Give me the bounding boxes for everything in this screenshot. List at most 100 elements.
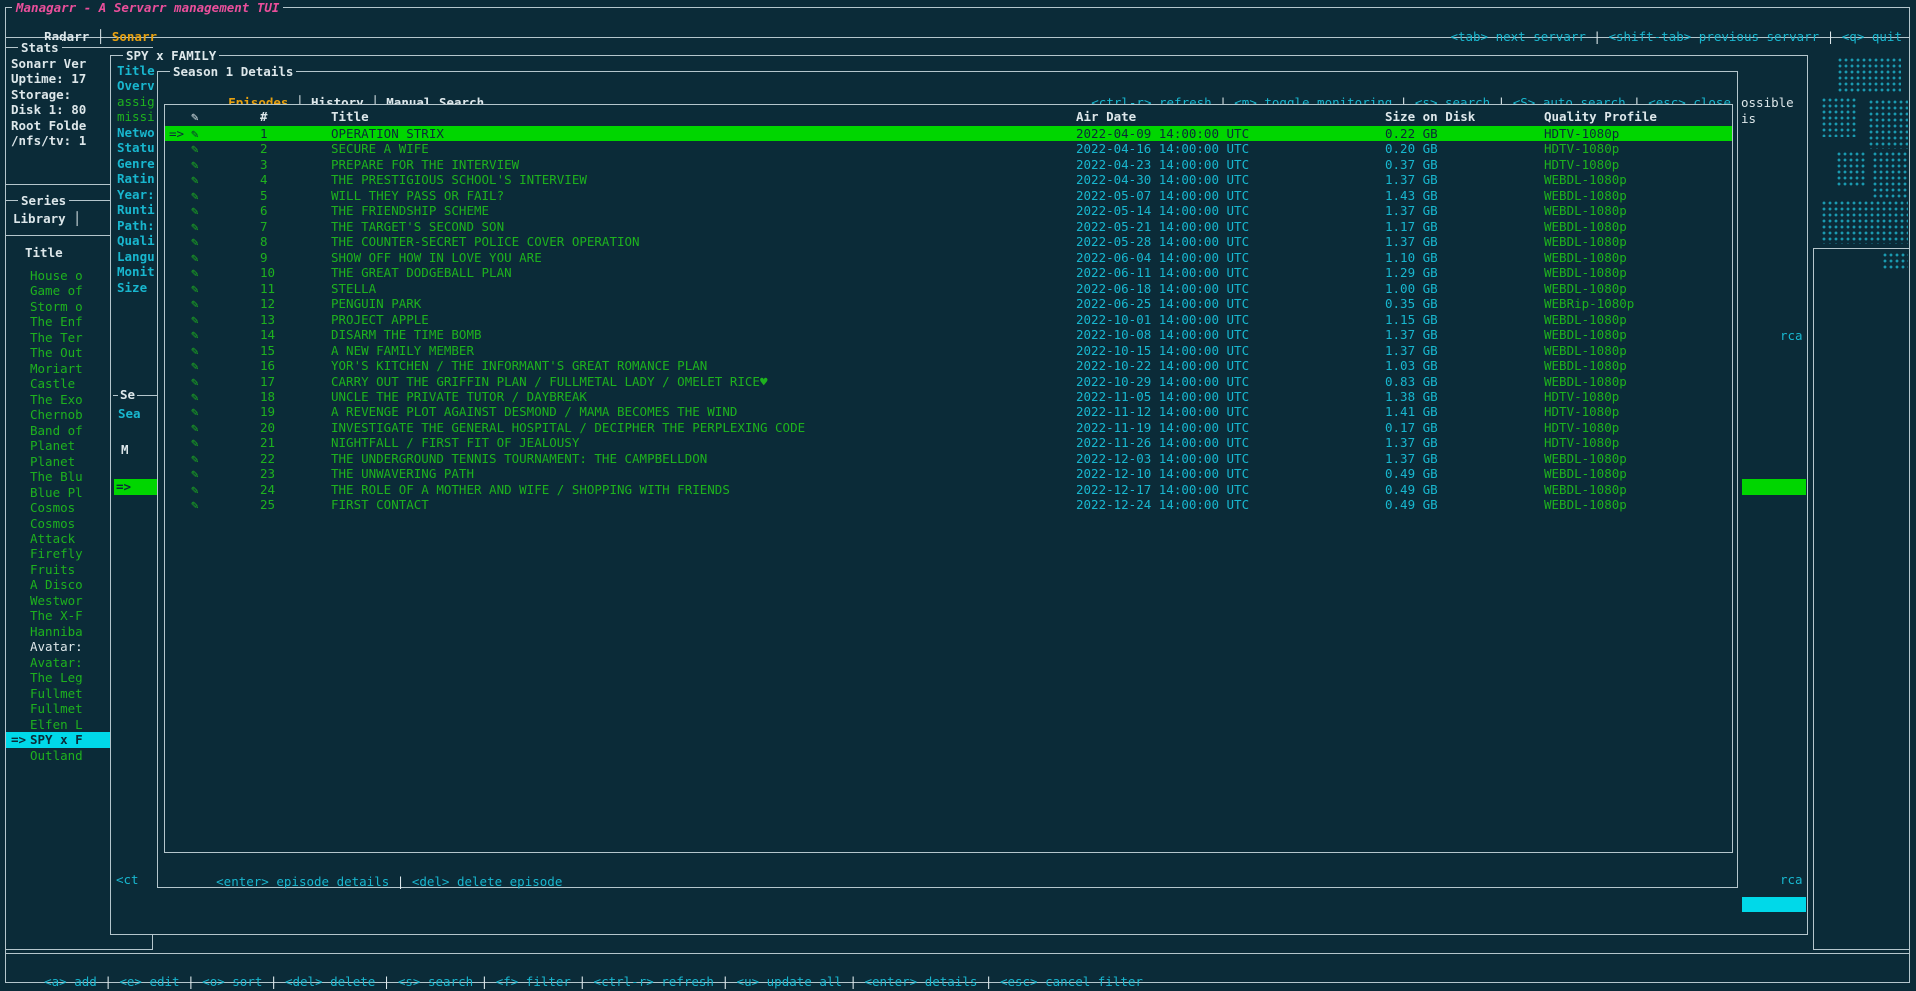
monitored-pencil-icon[interactable]: ✎ [191,126,260,141]
monitored-pencil-icon[interactable]: ✎ [191,404,260,419]
episode-number: 11 [260,281,331,296]
episode-number: 25 [260,497,331,512]
selected-marker [11,717,30,732]
monitored-pencil-icon[interactable]: ✎ [191,420,260,435]
monitored-pencil-icon[interactable]: ✎ [191,234,260,249]
series-title: Avatar: [30,655,83,670]
separator: | [97,974,120,989]
episode-row[interactable]: ✎ 10 THE GREAT DODGEBALL PLAN 2022-06-11… [165,265,1732,280]
episode-row[interactable]: ✎ 11 STELLA 2022-06-18 14:00:00 UTC 1.00… [165,281,1732,296]
selected-season-row[interactable]: => [114,479,158,495]
monitored-pencil-icon[interactable]: ✎ [191,312,260,327]
help-item: <enter> details [864,974,977,989]
episode-title: A REVENGE PLOT AGAINST DESMOND / MAMA BE… [331,404,1076,419]
episode-size: 0.17 GB [1385,420,1544,435]
episode-title: FIRST CONTACT [331,497,1076,512]
episode-row[interactable]: ✎ 2 SECURE A WIFE 2022-04-16 14:00:00 UT… [165,141,1732,156]
series-column-header: Title [25,245,63,260]
episode-row[interactable]: => ✎ 1 OPERATION STRIX 2022-04-09 14:00:… [165,126,1732,141]
episode-row[interactable]: ✎ 13 PROJECT APPLE 2022-10-01 14:00:00 U… [165,312,1732,327]
selected-row-marker [165,404,191,419]
episode-row[interactable]: ✎ 3 PREPARE FOR THE INTERVIEW 2022-04-23… [165,157,1732,172]
episode-row[interactable]: ✎ 6 THE FRIENDSHIP SCHEME 2022-05-14 14:… [165,203,1732,218]
help-item: <del> delete [285,974,375,989]
episode-row[interactable]: ✎ 24 THE ROLE OF A MOTHER AND WIFE / SHO… [165,482,1732,497]
selected-marker [11,330,30,345]
monitored-pencil-icon[interactable]: ✎ [191,374,260,389]
episode-row[interactable]: ✎ 4 THE PRESTIGIOUS SCHOOL'S INTERVIEW 2… [165,172,1732,187]
monitored-pencil-icon[interactable]: ✎ [191,296,260,311]
selected-row-marker [165,451,191,466]
episode-size: 1.37 GB [1385,234,1544,249]
monitored-pencil-icon[interactable]: ✎ [191,389,260,404]
episode-number: 7 [260,219,331,234]
episode-title: THE GREAT DODGEBALL PLAN [331,265,1076,280]
episode-number: 5 [260,188,331,203]
episode-air-date: 2022-05-28 14:00:00 UTC [1076,234,1385,249]
episode-row[interactable]: ✎ 19 A REVENGE PLOT AGAINST DESMOND / MA… [165,404,1732,419]
selected-row-marker [165,389,191,404]
episode-row[interactable]: ✎ 8 THE COUNTER-SECRET POLICE COVER OPER… [165,234,1732,249]
episode-row[interactable]: ✎ 22 THE UNDERGROUND TENNIS TOURNAMENT: … [165,451,1732,466]
episode-row[interactable]: ✎ 7 THE TARGET'S SECOND SON 2022-05-21 1… [165,219,1732,234]
episode-row[interactable]: ✎ 17 CARRY OUT THE GRIFFIN PLAN / FULLME… [165,374,1732,389]
servarr-tab[interactable]: Sonarr [112,29,157,44]
monitored-pencil-icon[interactable]: ✎ [191,482,260,497]
selected-marker [11,639,30,654]
field-label: Title [117,63,155,78]
monitored-pencil-icon[interactable]: ✎ [191,435,260,450]
episode-row[interactable]: ✎ 20 INVESTIGATE THE GENERAL HOSPITAL / … [165,420,1732,435]
series-title: The Out [30,345,83,360]
episode-row[interactable]: ✎ 25 FIRST CONTACT 2022-12-24 14:00:00 U… [165,497,1732,512]
episode-row[interactable]: ✎ 23 THE UNWAVERING PATH 2022-12-10 14:0… [165,466,1732,481]
episode-row[interactable]: ✎ 5 WILL THEY PASS OR FAIL? 2022-05-07 1… [165,188,1732,203]
episode-row[interactable]: ✎ 15 A NEW FAMILY MEMBER 2022-10-15 14:0… [165,343,1732,358]
episode-row[interactable]: ✎ 14 DISARM THE TIME BOMB 2022-10-08 14:… [165,327,1732,342]
episode-air-date: 2022-05-14 14:00:00 UTC [1076,203,1385,218]
monitored-pencil-icon[interactable]: ✎ [191,203,260,218]
selected-marker [11,686,30,701]
help-item: <enter> episode details [216,874,389,889]
series-library-tab[interactable]: Library │ [13,211,81,226]
episode-row[interactable]: ✎ 21 NIGHTFALL / FIRST FIT OF JEALOUSY 2… [165,435,1732,450]
selected-marker [11,577,30,592]
episode-title: OPERATION STRIX [331,126,1076,141]
episode-row[interactable]: ✎ 9 SHOW OFF HOW IN LOVE YOU ARE 2022-06… [165,250,1732,265]
monitored-pencil-icon[interactable]: ✎ [191,188,260,203]
monitored-pencil-icon[interactable]: ✎ [191,497,260,512]
help-item: <a> add [44,974,97,989]
monitored-pencil-icon[interactable]: ✎ [191,172,260,187]
episode-row[interactable]: ✎ 16 YOR'S KITCHEN / THE INFORMANT'S GRE… [165,358,1732,373]
monitored-pencil-icon[interactable]: ✎ [191,343,260,358]
monitored-pencil-icon[interactable]: ✎ [191,281,260,296]
help-item: <esc> cancel filter [1000,974,1143,989]
monitored-pencil-icon[interactable]: ✎ [191,358,260,373]
episode-quality: WEBDL-1080p [1544,265,1732,280]
episode-number: 19 [260,404,331,419]
selected-row-marker [165,435,191,450]
episode-title: NIGHTFALL / FIRST FIT OF JEALOUSY [331,435,1076,450]
episode-row[interactable]: ✎ 18 UNCLE THE PRIVATE TUTOR / DAYBREAK … [165,389,1732,404]
series-title: A Disco [30,577,83,592]
monitored-pencil-icon[interactable]: ✎ [191,157,260,172]
monitored-pencil-icon[interactable]: ✎ [191,250,260,265]
help-item: <o> sort [202,974,262,989]
monitored-pencil-icon[interactable]: ✎ [191,327,260,342]
selected-marker [11,268,30,283]
managarr-tui: Managarr - A Servarr management TUI Rada… [0,0,1916,991]
selected-marker [11,701,30,716]
monitored-pencil-icon[interactable]: ✎ [191,265,260,280]
monitored-pencil-icon[interactable]: ✎ [191,451,260,466]
episodes-table-body: => ✎ 1 OPERATION STRIX 2022-04-09 14:00:… [165,126,1732,513]
episodes-table: ✎ # Title Air Date Size on Disk Quality … [164,104,1733,853]
episode-title: CARRY OUT THE GRIFFIN PLAN / FULLMETAL L… [331,374,1076,389]
episode-row[interactable]: ✎ 12 PENGUIN PARK 2022-06-25 14:00:00 UT… [165,296,1732,311]
monitored-pencil-icon[interactable]: ✎ [191,466,260,481]
monitored-pencil-icon[interactable]: ✎ [191,141,260,156]
title-column-header: Title [331,109,1076,126]
episode-size: 1.10 GB [1385,250,1544,265]
episode-size: 0.49 GB [1385,497,1544,512]
episode-size: 1.29 GB [1385,265,1544,280]
series-title: Westwor [30,593,83,608]
monitored-pencil-icon[interactable]: ✎ [191,219,260,234]
